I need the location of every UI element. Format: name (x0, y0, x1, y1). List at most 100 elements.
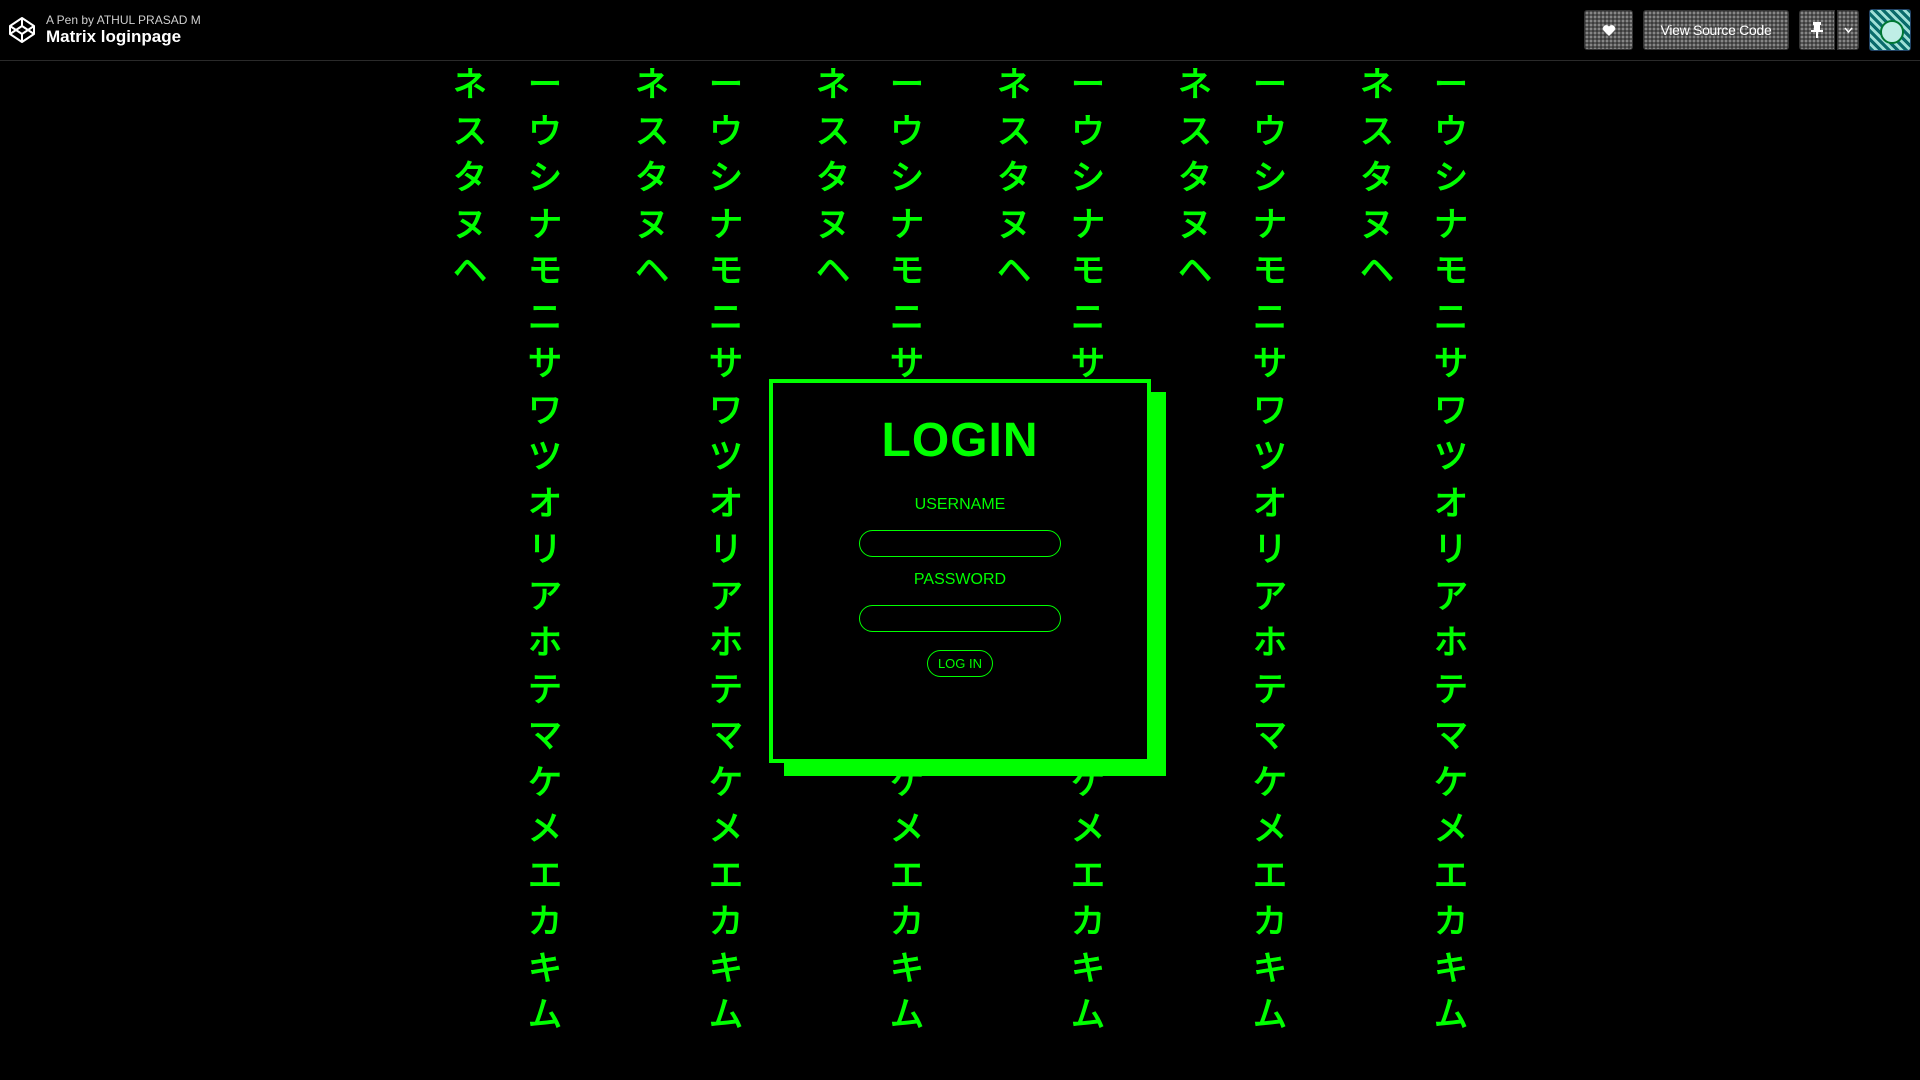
rain-glyph: ス (635, 111, 669, 152)
rain-glyph: リ (1253, 530, 1287, 570)
rain-glyph: シ (1071, 158, 1105, 198)
rain-column-short: ネスタヌヘ (632, 62, 672, 295)
rain-glyph: オ (1253, 483, 1287, 524)
rain-glyph: メ (890, 809, 924, 849)
pin-group (1799, 10, 1859, 50)
rain-glyph: キ (1071, 948, 1105, 989)
rain-glyph: ツ (1434, 437, 1468, 477)
rain-column-short: ネスタヌヘ (450, 62, 490, 295)
rain-glyph: ヌ (997, 204, 1031, 245)
password-input[interactable] (859, 605, 1061, 632)
username-label: USERNAME (914, 496, 1006, 513)
rain-glyph: メ (1253, 809, 1287, 849)
password-label: PASSWORD (913, 571, 1007, 588)
rain-glyph: シ (1434, 158, 1468, 198)
rain-column-short: ネスタヌヘ (1175, 62, 1215, 295)
rain-glyph: ツ (709, 437, 743, 477)
rain-glyph: マ (1434, 716, 1468, 756)
rain-glyph: テ (1434, 669, 1468, 710)
rain-glyph: ニ (709, 297, 743, 338)
rain-glyph: ニ (890, 297, 924, 338)
rain-glyph: ム (1071, 995, 1105, 1035)
pin-options-button[interactable] (1837, 10, 1859, 50)
rain-glyph: ホ (1434, 623, 1468, 663)
rain-column-long: ーウシナモニサワツオリアホテマケメエカキム (706, 62, 746, 1039)
rain-glyph: キ (890, 948, 924, 989)
rain-glyph: ム (1253, 995, 1287, 1035)
user-avatar[interactable] (1869, 9, 1911, 51)
rain-glyph: マ (528, 716, 562, 756)
rain-glyph: ム (890, 995, 924, 1035)
rain-glyph: ア (1253, 576, 1287, 617)
login-button[interactable]: LOG IN (926, 650, 994, 677)
chevron-down-icon (1843, 27, 1853, 33)
rain-glyph: サ (1434, 344, 1468, 384)
rain-glyph: キ (709, 948, 743, 989)
rain-glyph: メ (528, 809, 562, 849)
rain-glyph: エ (890, 855, 924, 896)
rain-glyph: モ (1071, 251, 1105, 291)
pen-author[interactable]: A Pen by ATHUL PRASAD M (46, 13, 201, 27)
rain-glyph: ネ (635, 65, 669, 105)
rain-glyph: テ (1253, 669, 1287, 710)
username-input[interactable] (859, 530, 1061, 557)
login-form: LOGIN USERNAME PASSWORD LOG IN (769, 379, 1151, 763)
rain-glyph: ケ (1253, 762, 1287, 803)
rain-glyph: エ (1253, 855, 1287, 896)
rain-glyph: ー (1071, 65, 1105, 105)
rain-glyph: ヘ (816, 251, 850, 291)
rain-glyph: モ (528, 251, 562, 291)
rain-glyph: モ (1253, 251, 1287, 291)
rain-glyph: カ (1071, 902, 1105, 942)
rain-column-long: ーウシナモニサワツオリアホテマケメエカキム (525, 62, 565, 1039)
rain-glyph: ヘ (997, 251, 1031, 291)
codepen-header: A Pen by ATHUL PRASAD M Matrix loginpage… (0, 0, 1920, 61)
rain-glyph: タ (1360, 158, 1394, 198)
rain-glyph: ヌ (453, 204, 487, 245)
heart-icon (1602, 24, 1615, 36)
rain-glyph: ニ (1071, 297, 1105, 338)
rain-glyph: ニ (1253, 297, 1287, 338)
rain-glyph: シ (528, 158, 562, 198)
rain-glyph: タ (453, 158, 487, 198)
rain-glyph: ナ (528, 204, 562, 245)
pen-brand: A Pen by ATHUL PRASAD M Matrix loginpage (8, 13, 201, 48)
rain-glyph: キ (1253, 948, 1287, 989)
rain-glyph: ネ (1360, 65, 1394, 105)
rain-glyph: ウ (1434, 111, 1468, 152)
pin-button[interactable] (1799, 10, 1835, 50)
rain-glyph: ー (1434, 65, 1468, 105)
rain-glyph: ヌ (635, 204, 669, 245)
rain-glyph: リ (528, 530, 562, 570)
rain-glyph: テ (709, 669, 743, 710)
view-source-button[interactable]: View Source Code (1643, 10, 1789, 50)
rain-glyph: サ (528, 344, 562, 384)
rain-glyph: モ (890, 251, 924, 291)
rain-glyph: ヘ (453, 251, 487, 291)
love-button[interactable] (1584, 10, 1633, 50)
rain-glyph: ケ (709, 762, 743, 803)
rain-glyph: シ (890, 158, 924, 198)
rain-glyph: メ (709, 809, 743, 849)
rain-column-short: ネスタヌヘ (813, 62, 853, 295)
rain-glyph: ム (1434, 995, 1468, 1035)
rain-glyph: カ (709, 902, 743, 942)
rain-glyph: ホ (1253, 623, 1287, 663)
rain-glyph: ウ (890, 111, 924, 152)
codepen-logo-icon[interactable] (8, 16, 36, 44)
rain-column-long: ーウシナモニサワツオリアホテマケメエカキム (1250, 62, 1290, 1039)
rain-glyph: ナ (1071, 204, 1105, 245)
rain-glyph: マ (709, 716, 743, 756)
rain-glyph: キ (1434, 948, 1468, 989)
rain-glyph: ス (997, 111, 1031, 152)
rain-glyph: ヘ (1360, 251, 1394, 291)
rain-glyph: オ (709, 483, 743, 524)
rain-glyph: タ (635, 158, 669, 198)
rain-glyph: タ (1178, 158, 1212, 198)
rain-glyph: ー (890, 65, 924, 105)
rain-glyph: ウ (1253, 111, 1287, 152)
rain-glyph: ヘ (635, 251, 669, 291)
header-actions: View Source Code (1584, 9, 1911, 51)
rain-glyph: ー (1253, 65, 1287, 105)
rain-glyph: サ (709, 344, 743, 384)
